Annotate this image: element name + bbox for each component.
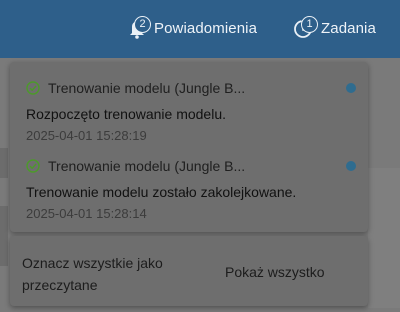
notification-item[interactable]: Trenowanie modelu (Jungle B... Rozpoczęt… [26,78,356,143]
tasks-icon: 1 [291,15,318,41]
tasks-count-badge: 1 [301,16,318,33]
notification-title: Trenowanie modelu (Jungle B... [48,80,246,96]
tasks-button[interactable]: 1 Zadania [291,8,376,48]
notification-message: Trenowanie modelu zostało zakolejkowane. [26,184,297,200]
bell-icon: 2 [124,15,151,41]
notification-timestamp: 2025-04-01 15:28:19 [26,128,147,143]
notification-title: Trenowanie modelu (Jungle B... [48,158,246,174]
check-circle-icon [26,81,40,95]
notification-message: Rozpoczęto trenowanie modelu. [26,106,227,122]
mark-all-read-button[interactable]: Oznacz wszystkie jako przeczytane [22,252,192,296]
unread-dot [346,161,356,171]
notification-item[interactable]: Trenowanie modelu (Jungle B... Trenowani… [26,156,356,221]
notifications-count-badge: 2 [134,16,151,33]
background-fragment [0,236,8,266]
tasks-label: Zadania [321,19,376,37]
notification-timestamp: 2025-04-01 15:28:14 [26,206,147,221]
background-fragment [0,148,8,178]
notifications-dropdown: Trenowanie modelu (Jungle B... Rozpoczęt… [10,62,368,232]
notifications-button[interactable]: 2 Powiadomienia [124,8,257,48]
background-fragment [368,168,400,308]
notifications-label: Powiadomienia [154,19,258,37]
check-circle-icon [26,159,40,173]
show-all-button[interactable]: Pokaż wszystko [225,264,325,280]
background-fragment [0,206,8,236]
unread-dot [346,83,356,93]
notifications-footer: Oznacz wszystkie jako przeczytane Pokaż … [10,236,368,306]
